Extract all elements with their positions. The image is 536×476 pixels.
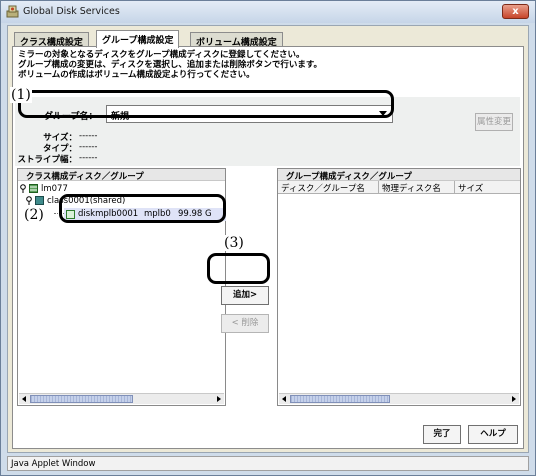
instructions: ミラーの対象となるディスクをグループ構成ディスクに登録してください。 グループ構…	[18, 50, 322, 80]
remove-button[interactable]: < 削除	[221, 314, 269, 333]
instruction-line: ミラーの対象となるディスクをグループ構成ディスクに登録してください。	[18, 50, 305, 60]
callout-number-3: (3)	[223, 235, 245, 251]
scroll-right-arrow-icon[interactable]	[512, 396, 516, 402]
add-button[interactable]: 追加>	[221, 286, 269, 305]
group-disk-panel-header: グループ構成ディスク／グループ	[278, 169, 520, 182]
right-horizontal-scrollbar[interactable]	[279, 393, 519, 404]
scroll-left-arrow-icon[interactable]	[282, 396, 286, 402]
callout-frame-2	[59, 194, 226, 223]
collapse-key-icon[interactable]	[20, 184, 29, 193]
callout-frame-1	[18, 90, 394, 118]
close-button[interactable]: x	[502, 4, 529, 19]
scroll-left-arrow-icon[interactable]	[22, 396, 26, 402]
class-icon	[35, 196, 44, 205]
scroll-thumb[interactable]	[290, 395, 390, 403]
stripe-width-label: ストライプ幅：	[17, 155, 77, 165]
column-header-size[interactable]: サイズ	[455, 181, 520, 194]
help-button[interactable]: ヘルプ	[468, 425, 518, 444]
column-header-physical-disk[interactable]: 物理ディスク名	[379, 181, 455, 194]
tab-group-config[interactable]: グループ構成設定	[96, 30, 180, 48]
left-horizontal-scrollbar[interactable]	[19, 393, 224, 404]
instruction-line: グループ構成の変更は、ディスクを選択し、追加または削除ボタンで行います。	[18, 60, 323, 70]
window-title: Global Disk Services	[23, 6, 120, 17]
stripe-width-value: ------	[79, 153, 98, 163]
scroll-right-arrow-icon[interactable]	[217, 396, 221, 402]
title-bar: Global Disk Services x	[1, 1, 535, 23]
tab-class-config[interactable]: クラス構成設定	[14, 32, 89, 48]
collapse-key-icon[interactable]	[26, 196, 35, 205]
callout-number-2: (2)	[23, 207, 45, 223]
main-window: Global Disk Services x クラス構成設定 グループ構成設定 …	[0, 0, 536, 476]
callout-frame-3	[207, 253, 270, 284]
callout-number-1: (1)	[10, 87, 32, 103]
host-icon	[29, 184, 38, 193]
done-button[interactable]: 完了	[423, 425, 461, 444]
size-value: ------	[79, 131, 98, 141]
scroll-thumb[interactable]	[30, 395, 133, 403]
instruction-line: ボリュームの作成はボリューム構成設定より行ってください。	[18, 70, 255, 80]
group-disk-list-panel: グループ構成ディスク／グループ ディスク／グループ名 物理ディスク名 サイズ	[277, 168, 521, 406]
status-bar: Java Applet Window	[7, 456, 529, 471]
attribute-change-button[interactable]: 属性変更	[475, 113, 513, 131]
type-value: ------	[79, 142, 98, 152]
host-node-label: lm077	[41, 184, 68, 194]
tab-volume-config[interactable]: ボリューム構成設定	[190, 32, 283, 48]
column-header-disk-group-name[interactable]: ディスク／グループ名	[278, 181, 379, 194]
class-disk-panel-header: クラス構成ディスク／グループ	[18, 169, 225, 182]
app-icon	[6, 5, 19, 18]
